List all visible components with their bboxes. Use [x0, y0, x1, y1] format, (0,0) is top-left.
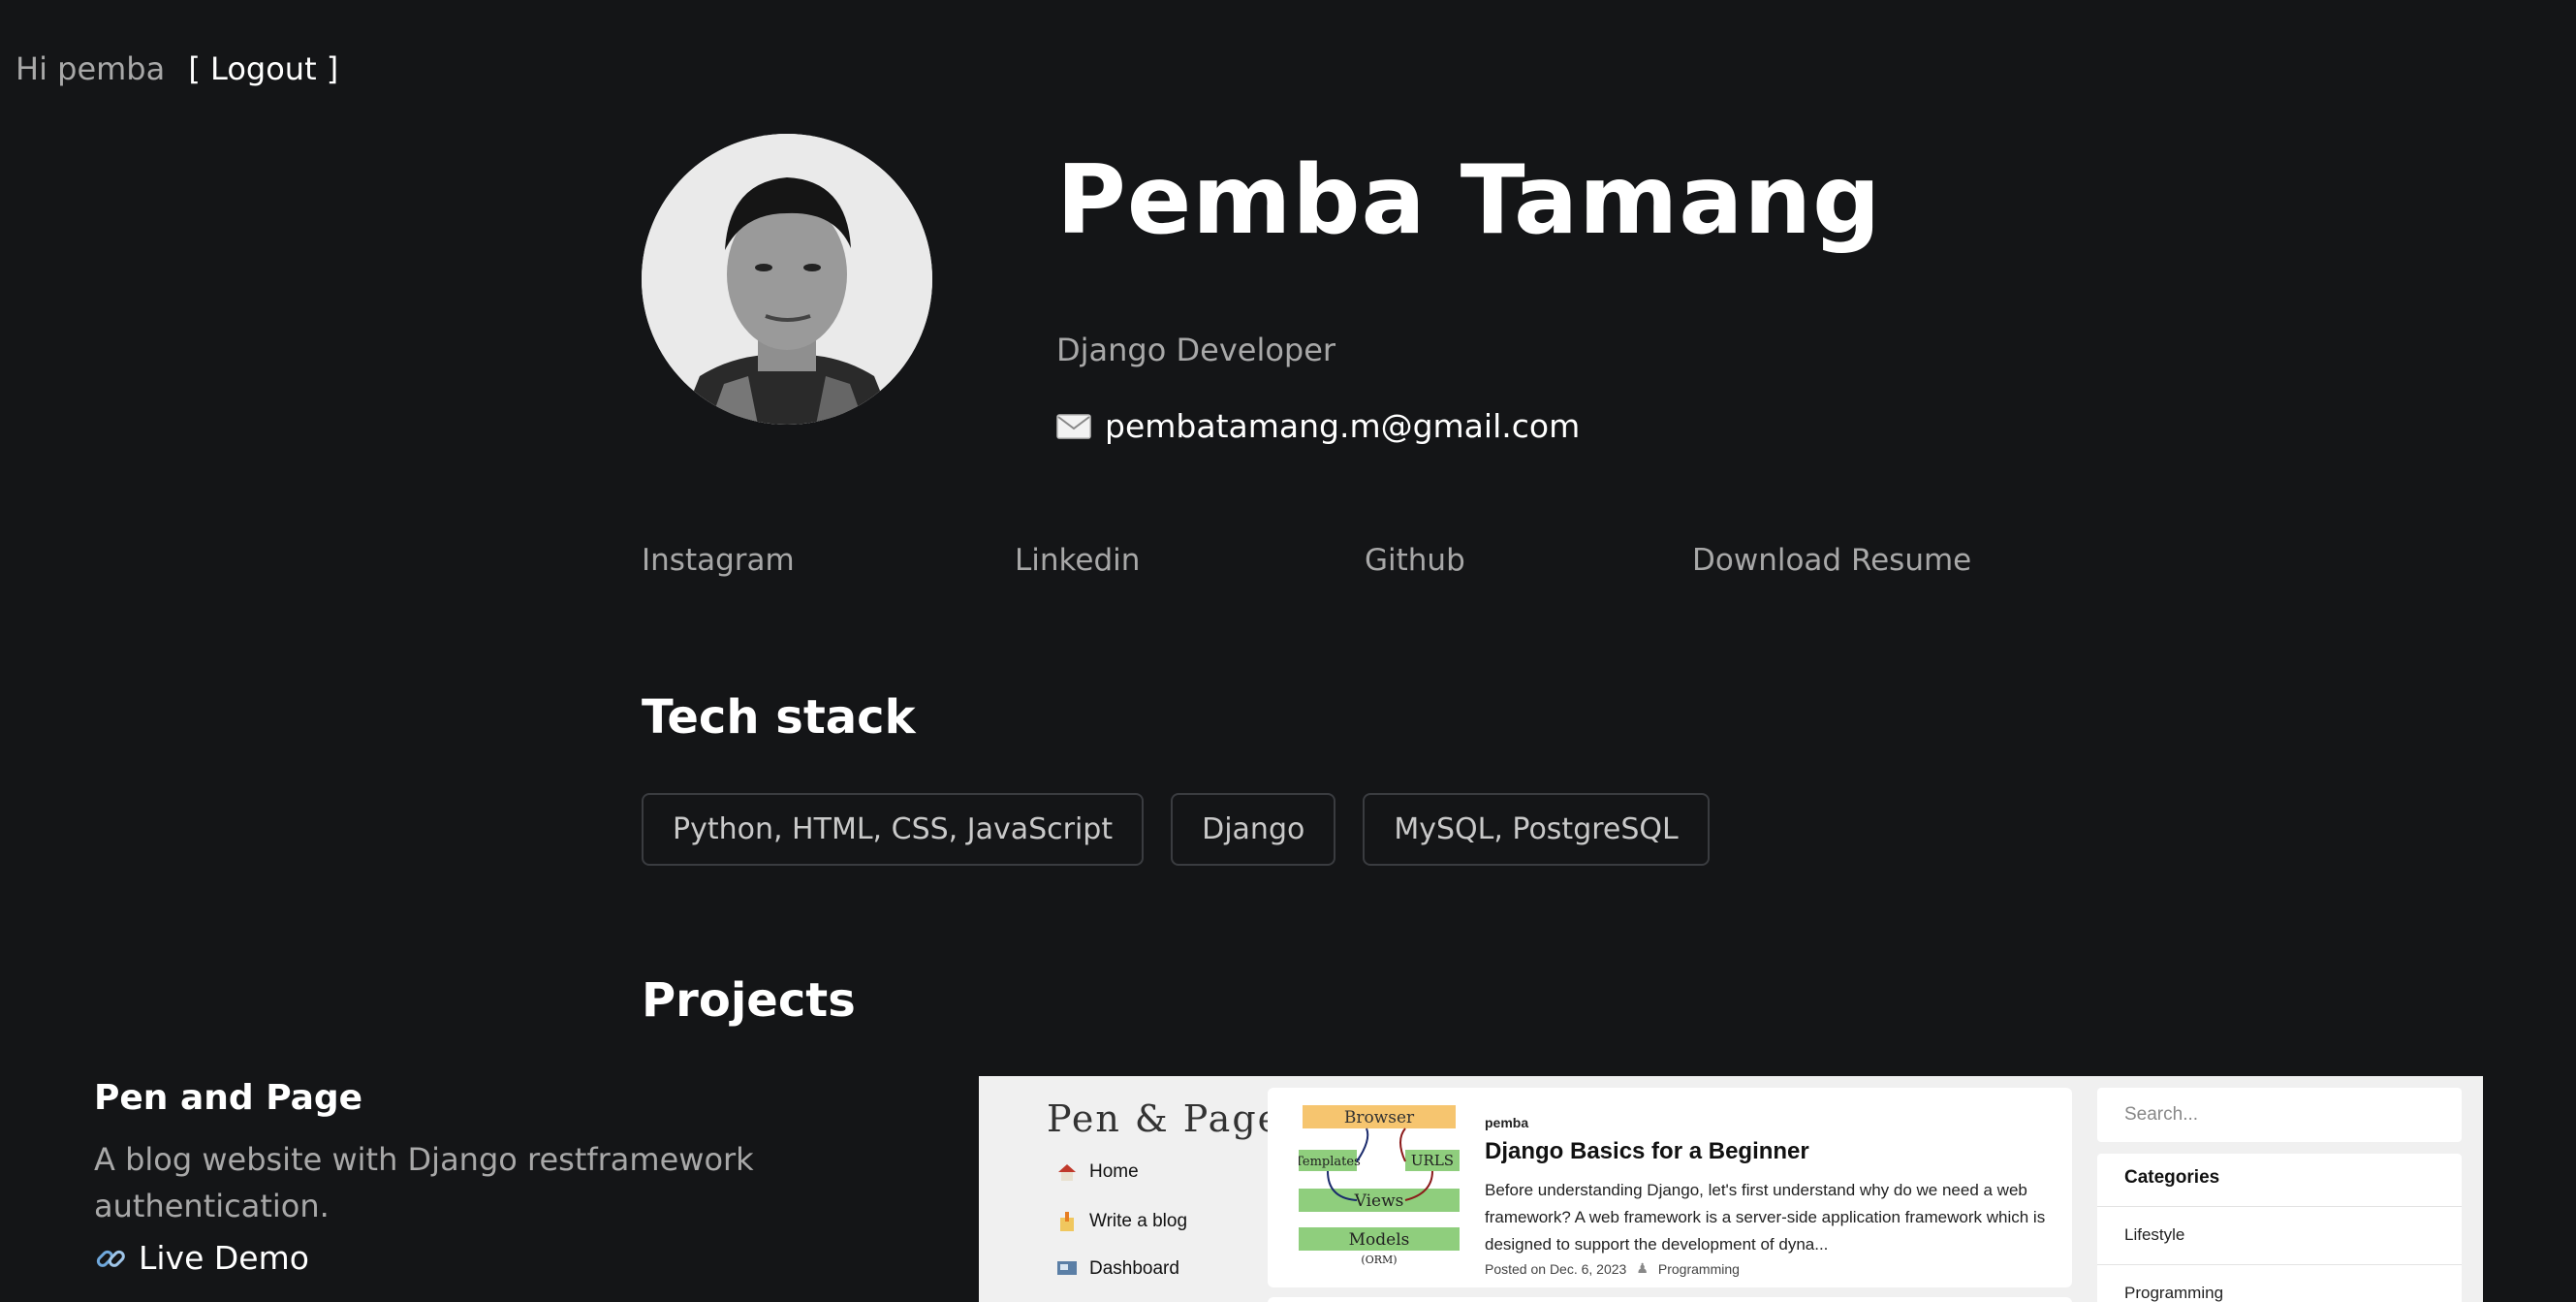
screenshot-categories-panel: Categories Lifestyle Programming: [2097, 1154, 2462, 1302]
pencil-icon: [1060, 1212, 1074, 1231]
home-icon: [1058, 1164, 1076, 1181]
thumb-label: Models: [1349, 1230, 1410, 1250]
screenshot-post-author: pemba: [1485, 1115, 1529, 1130]
tech-stack-list: Python, HTML, CSS, JavaScript Django MyS…: [642, 793, 1710, 866]
screenshot-post-excerpt: Before understanding Django, let's first…: [1485, 1181, 2046, 1254]
live-demo-link[interactable]: Live Demo: [94, 1239, 309, 1277]
tech-chip: MySQL, PostgreSQL: [1363, 793, 1710, 866]
tech-chip: Django: [1171, 793, 1336, 866]
envelope-icon: [1056, 413, 1091, 439]
screenshot-category-item: Programming: [2124, 1284, 2224, 1302]
screenshot-post-category: Programming: [1657, 1260, 1740, 1277]
project-title: Pen and Page: [94, 1078, 363, 1118]
screenshot-nav-label: Home: [1089, 1161, 1139, 1182]
portfolio-page: Hi pemba [ Logout ] Pemba Tamang Django …: [0, 0, 2576, 1302]
thumb-label: (ORM): [1361, 1254, 1397, 1266]
django-diagram-thumbnail: Browser Templates URLS Views Models (ORM…: [1299, 1101, 1460, 1266]
thumb-label: URLS: [1411, 1152, 1454, 1169]
screenshot-nav-label: Write a blog: [1089, 1211, 1188, 1231]
link-icon: [96, 1250, 125, 1267]
live-demo-label: Live Demo: [139, 1239, 309, 1277]
greeting-text: Hi pemba: [16, 50, 166, 87]
tech-chip: Python, HTML, CSS, JavaScript: [642, 793, 1145, 866]
thumb-label: Browser: [1344, 1108, 1415, 1127]
person-icon: ♟: [1636, 1260, 1649, 1276]
divider: [2097, 1206, 2462, 1207]
screenshot-nav-label: Dashboard: [1089, 1258, 1179, 1279]
instagram-link[interactable]: Instagram: [642, 543, 795, 578]
screenshot-categories-title: Categories: [2124, 1167, 2220, 1188]
linkedin-link[interactable]: Linkedin: [1015, 543, 1140, 578]
avatar: [642, 134, 932, 425]
screenshot-next-card: [1268, 1297, 2072, 1302]
avatar-photo: [642, 134, 932, 425]
screenshot-logo: Pen & Page: [1047, 1097, 1282, 1140]
screenshot-post-date: Posted on Dec. 6, 2023: [1485, 1260, 1627, 1277]
thumb-label: Templates: [1299, 1155, 1361, 1169]
dashboard-icon: [1057, 1261, 1077, 1275]
screenshot-post-meta: Posted on Dec. 6, 2023 ♟ Programming: [1485, 1260, 1740, 1277]
projects-heading: Projects: [642, 973, 856, 1028]
email-link[interactable]: pembatamang.m@gmail.com: [1105, 407, 1580, 445]
screenshot-nav-write: Write a blog: [1056, 1210, 1187, 1233]
logout-link[interactable]: [ Logout ]: [188, 50, 338, 87]
profile-email: pembatamang.m@gmail.com: [1056, 407, 1580, 445]
profile-name: Pemba Tamang: [1056, 145, 1882, 256]
project-description: A blog website with Django restframework…: [94, 1141, 754, 1224]
download-resume-link[interactable]: Download Resume: [1692, 543, 1971, 578]
project-screenshot: Pen & Page Home Write a blog Dashboard B…: [979, 1076, 2483, 1302]
screenshot-category-item: Lifestyle: [2124, 1225, 2185, 1244]
screenshot-post-card: Browser Templates URLS Views Models (ORM…: [1268, 1088, 2072, 1287]
screenshot-post-title: Django Basics for a Beginner: [1485, 1138, 1809, 1164]
profile-role: Django Developer: [1056, 332, 1336, 368]
screenshot-nav-home: Home: [1056, 1161, 1139, 1183]
divider: [2097, 1264, 2462, 1265]
thumb-label: Views: [1354, 1191, 1404, 1211]
screenshot-nav-dashboard: Dashboard: [1056, 1258, 1179, 1280]
tech-stack-heading: Tech stack: [642, 690, 916, 745]
screenshot-search-input: Search...: [2097, 1088, 2462, 1142]
user-greeting: Hi pemba [ Logout ]: [16, 50, 338, 87]
github-link[interactable]: Github: [1365, 543, 1465, 578]
